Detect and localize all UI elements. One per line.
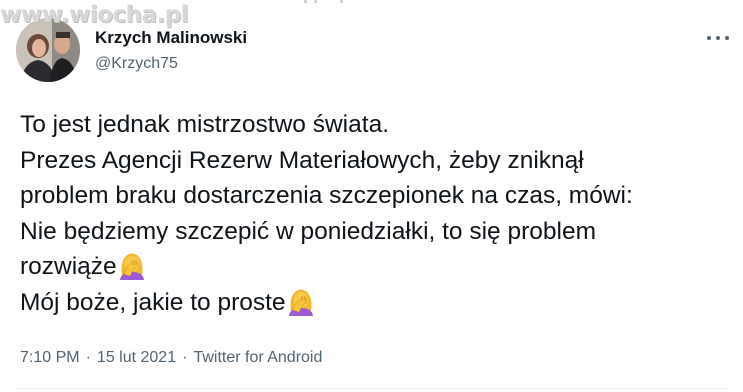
- tweet-line-with-emoji: rozwiąże: [20, 249, 735, 285]
- tweet-line-with-emoji: Mój boże, jakie to proste: [20, 285, 735, 321]
- tweet-line: problem braku dostarczenia szczepionek n…: [20, 182, 633, 209]
- tweet-line: Nie będziemy szczepić w poniedziałki, to…: [20, 217, 597, 245]
- separator: ·: [182, 349, 188, 366]
- woman-facepalming-icon: [119, 253, 144, 280]
- author-handle[interactable]: @Krzych75: [95, 53, 247, 75]
- tweet-time[interactable]: 7:10 PM: [20, 349, 80, 366]
- tweet-date[interactable]: 15 lut 2021: [97, 349, 176, 366]
- author-name[interactable]: Krzych Malinowski: [95, 27, 247, 49]
- tweet-meta: 7:10 PM · 15 lut 2021 · Twitter for Android: [20, 347, 322, 369]
- top-cropped-fragment: [300, 0, 360, 5]
- more-options-icon[interactable]: [707, 28, 729, 48]
- watermark: www.wiocha.pl: [0, 2, 189, 28]
- divider: [16, 388, 727, 389]
- tweet-line: To jest jednak mistrzostwo świata.: [20, 111, 389, 138]
- tweet-source[interactable]: Twitter for Android: [193, 349, 322, 366]
- separator: ·: [85, 349, 91, 366]
- tweet-line-text: Mój boże, jakie to proste: [20, 288, 286, 316]
- tweet-line-text: rozwiąże: [20, 253, 117, 280]
- woman-facepalming-icon: [288, 289, 313, 316]
- tweet-text: To jest jednak mistrzostwo świata. Preze…: [20, 107, 735, 320]
- tweet-line: Prezes Agencji Rezerw Materiałowych, żeb…: [20, 146, 584, 174]
- author-block[interactable]: Krzych Malinowski @Krzych75: [95, 27, 247, 75]
